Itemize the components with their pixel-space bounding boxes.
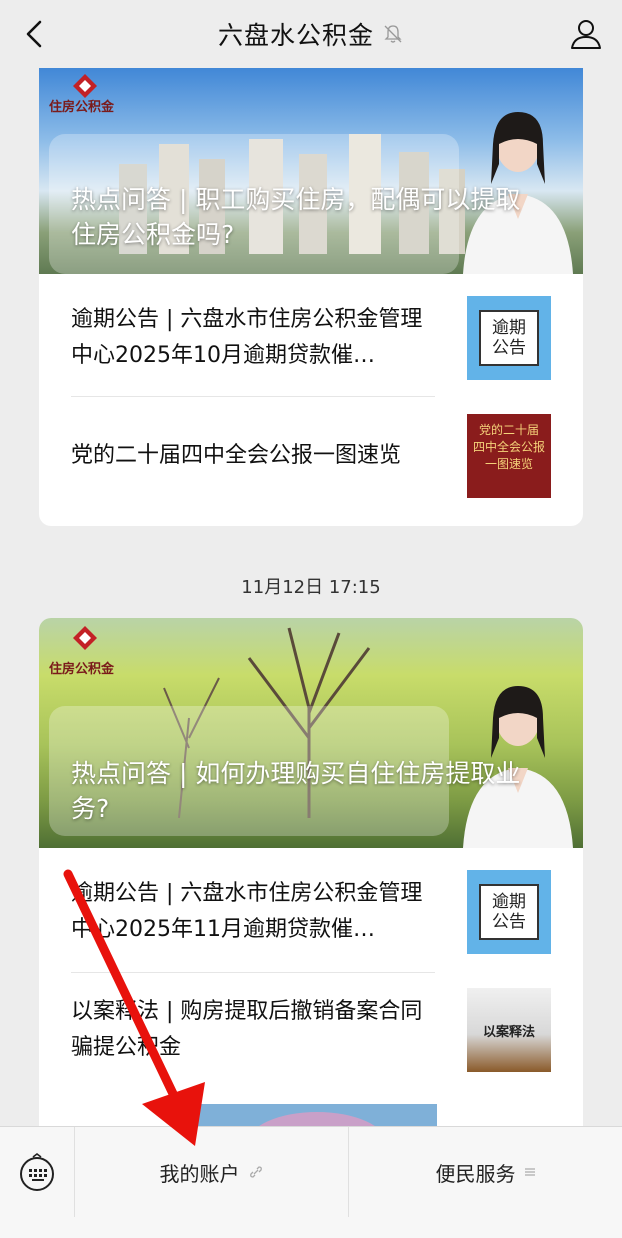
article-thumbnail: 党的二十届 四中全会公报 一图速览 xyxy=(467,414,551,498)
logo-text: 住房公积金 xyxy=(49,662,115,677)
message-feed[interactable]: 住房公积金 热点问答 | 职工购买住房，配偶可以提取住房公积金吗? 逾期公告 |… xyxy=(0,68,622,1126)
article-list-item[interactable]: 逾期公告 | 六盘水市住房公积金管理中心2025年11月逾期贷款催… 逾期 公告 xyxy=(71,862,551,962)
bell-off-icon xyxy=(384,25,402,43)
thumbnail-text: 逾期 公告 xyxy=(479,884,539,940)
item-divider xyxy=(71,396,435,397)
article-thumbnail: 以案释法 xyxy=(467,988,551,1072)
item-divider xyxy=(71,972,435,973)
logo-text: 住房公积金 xyxy=(49,100,115,115)
person-icon xyxy=(571,20,601,49)
title-group: 六盘水公积金 xyxy=(218,16,404,52)
article-thumbnail: 逾期 公告 xyxy=(467,870,551,954)
menu-lines-icon xyxy=(524,1168,535,1176)
message-timestamp: 11月12日 17:15 xyxy=(241,577,381,598)
article-list-item[interactable]: 逾期公告 | 六盘水市住房公积金管理中心2025年10月逾期贷款催… 逾期 公告 xyxy=(71,288,551,388)
next-article-preview xyxy=(197,1104,437,1126)
profile-button[interactable] xyxy=(568,16,604,52)
chevron-left-icon xyxy=(26,20,42,48)
article-list-item[interactable]: 党的二十届四中全会公报一图速览 党的二十届 四中全会公报 一图速览 xyxy=(71,406,551,506)
cover-headline: 热点问答 | 如何办理购买自住住房提取业务? xyxy=(71,759,521,823)
keyboard-toggle-button[interactable] xyxy=(0,1127,75,1217)
article-list-item[interactable]: 以案释法 | 购房提取后撤销备案合同骗提公积金 以案释法 xyxy=(71,980,551,1080)
article-cover[interactable]: 住房公积金 热点问答 | 如何办理购买自住住房提取业务? xyxy=(39,618,583,848)
top-navigation-bar: 六盘水公积金 xyxy=(0,0,622,68)
link-icon xyxy=(249,1166,262,1178)
menu-label: 便民服务 xyxy=(435,1161,516,1186)
article-title: 逾期公告 | 六盘水市住房公积金管理中心2025年10月逾期贷款催… xyxy=(71,307,423,368)
article-thumbnail: 逾期 公告 xyxy=(467,296,551,380)
thumbnail-text: 以案释法 xyxy=(482,1024,535,1040)
thumbnail-text: 逾期 公告 xyxy=(479,310,539,366)
page-title: 六盘水公积金 xyxy=(217,21,374,50)
cover-headline: 热点问答 | 职工购买住房，配偶可以提取住房公积金吗? xyxy=(71,185,521,249)
article-title: 以案释法 | 购房提取后撤销备案合同骗提公积金 xyxy=(71,999,423,1060)
menu-label: 我的账户 xyxy=(159,1161,240,1186)
article-card: 住房公积金 热点问答 | 职工购买住房，配偶可以提取住房公积金吗? 逾期公告 |… xyxy=(39,68,583,526)
article-card: 住房公积金 热点问答 | 如何办理购买自住住房提取业务? 逾期公告 | 六盘水市… xyxy=(39,618,583,1126)
keyboard-icon xyxy=(20,1153,54,1191)
menu-convenience-services[interactable]: 便民服务 xyxy=(349,1127,622,1217)
menu-my-account[interactable]: 我的账户 xyxy=(75,1127,349,1217)
article-title: 逾期公告 | 六盘水市住房公积金管理中心2025年11月逾期贷款催… xyxy=(71,881,423,942)
article-cover[interactable]: 住房公积金 热点问答 | 职工购买住房，配偶可以提取住房公积金吗? xyxy=(39,68,583,274)
back-button[interactable] xyxy=(18,18,50,50)
article-title: 党的二十届四中全会公报一图速览 xyxy=(71,443,402,468)
bottom-menu-bar: 我的账户 便民服务 xyxy=(0,1126,622,1238)
